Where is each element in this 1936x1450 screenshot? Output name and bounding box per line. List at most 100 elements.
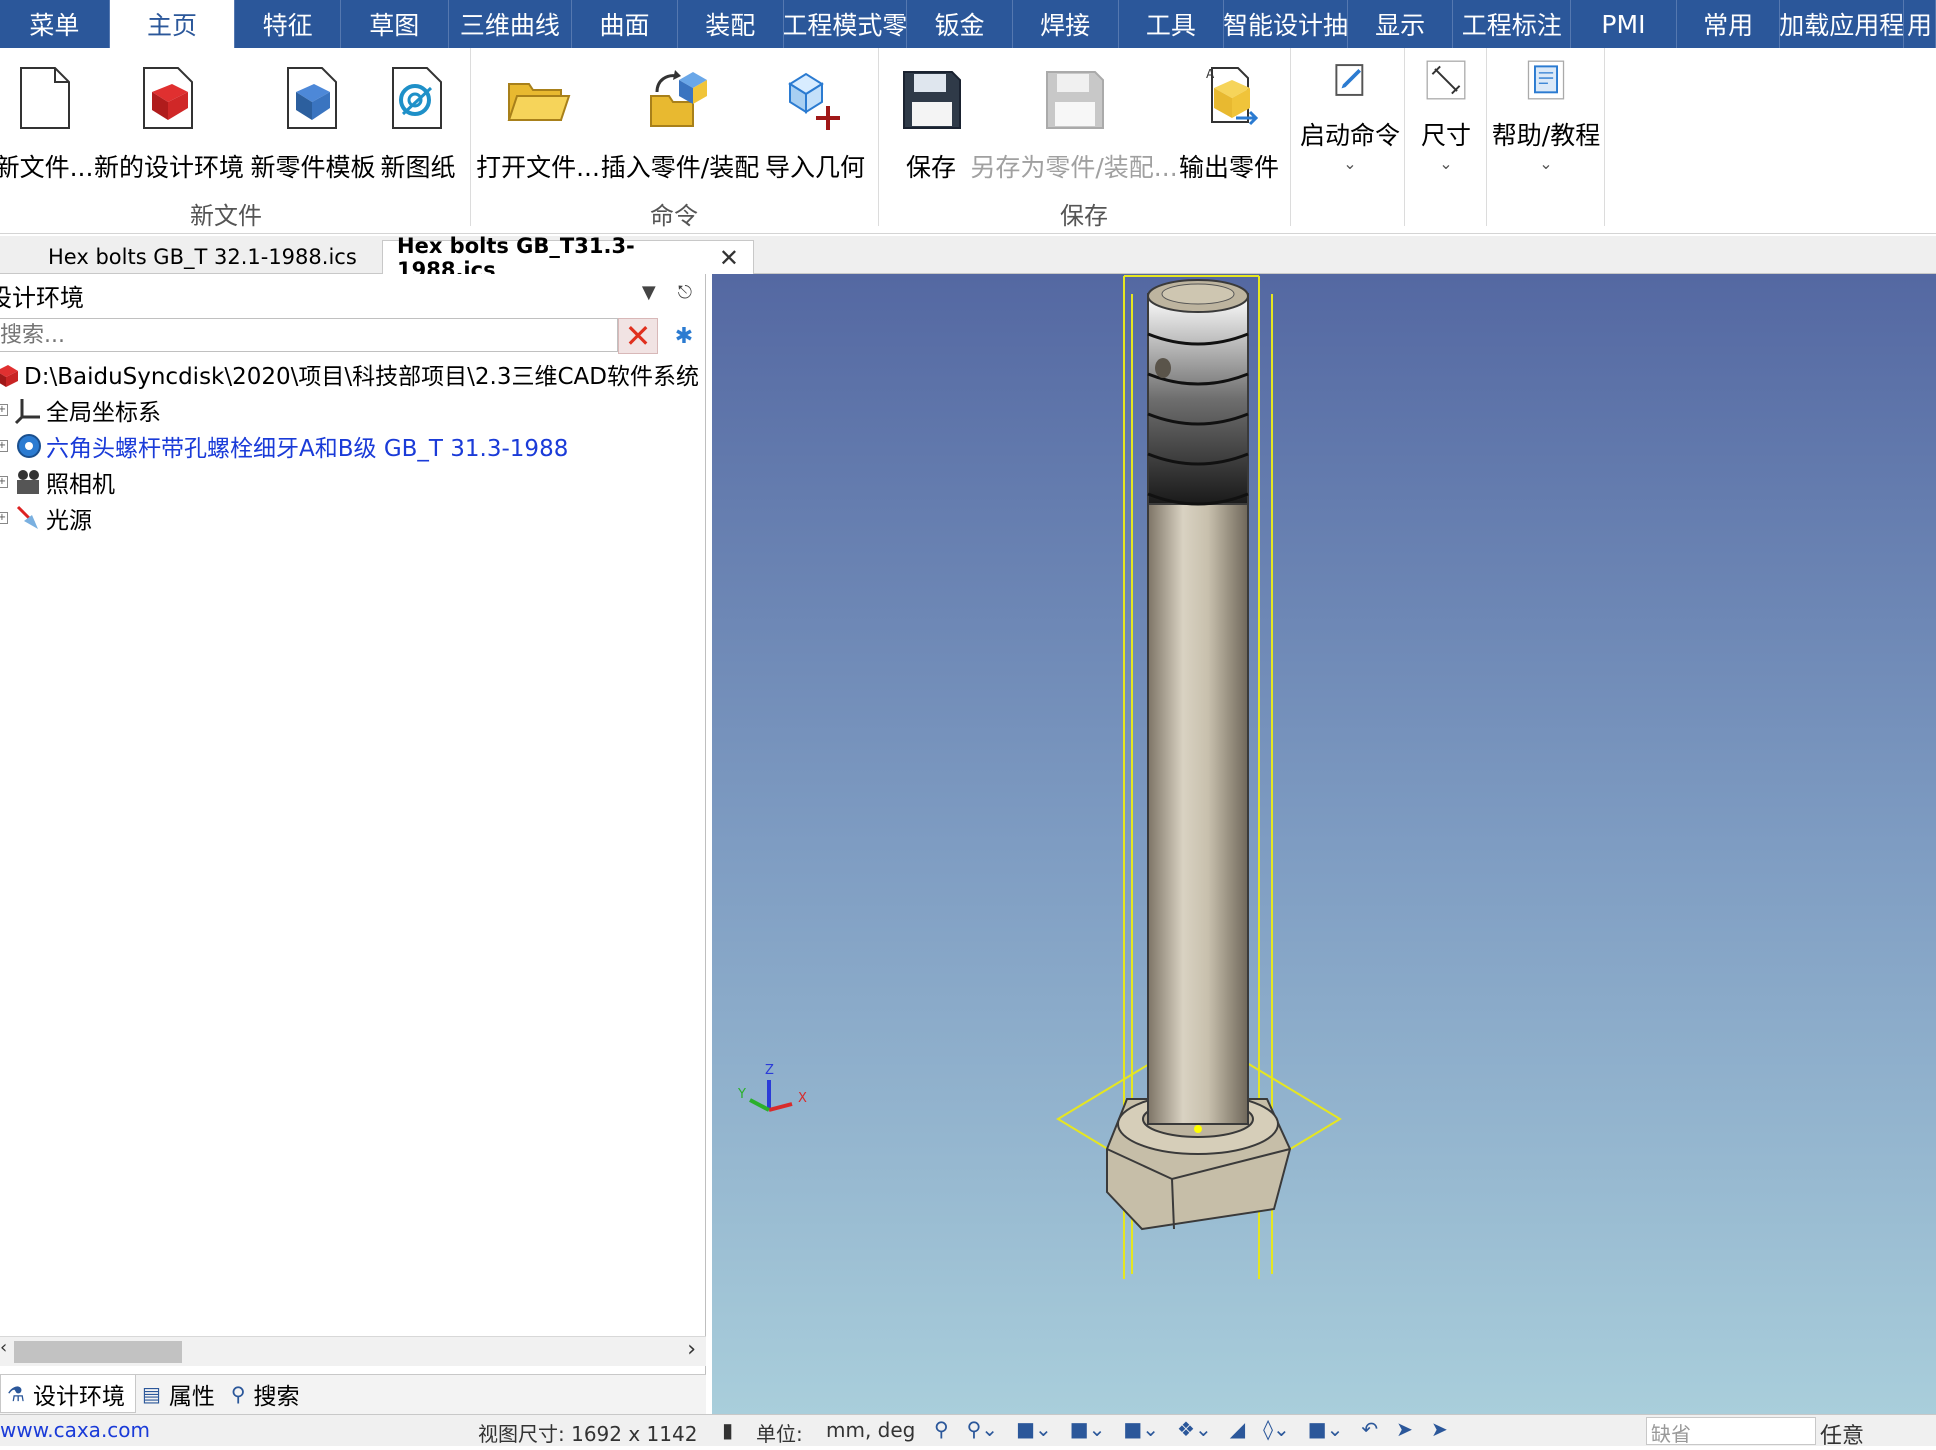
tree-item-light-source[interactable]: + 光源 bbox=[0, 500, 92, 536]
ribbon-separator bbox=[1604, 48, 1605, 226]
open-file-label: 打开文件... bbox=[476, 153, 600, 182]
svg-text:A: A bbox=[1206, 67, 1215, 81]
import-geometry-label: 导入几何 bbox=[764, 153, 865, 182]
undo-view-icon[interactable]: ↶ bbox=[1361, 1417, 1378, 1441]
help-tutorial-button[interactable]: 帮助/教程 ⌄ bbox=[1490, 48, 1602, 198]
document-tab-label: Hex bolts GB_T 32.1-1988.ics bbox=[48, 245, 357, 269]
new-design-env-label: 新的设计环境 bbox=[94, 153, 245, 182]
tree-item-camera[interactable]: + 照相机 bbox=[0, 464, 115, 500]
menu-tab-home[interactable]: 主页 bbox=[109, 0, 236, 48]
camera-view-icon[interactable]: ❖⌄ bbox=[1177, 1417, 1212, 1441]
menu-tab-assembly[interactable]: 装配 bbox=[678, 0, 784, 48]
scroll-left-icon[interactable]: ‹ bbox=[0, 1337, 7, 1358]
start-command-label: 启动命令 bbox=[1299, 121, 1400, 150]
new-file-label: 新文件... bbox=[0, 153, 94, 182]
3d-viewport[interactable]: Z X Y bbox=[712, 274, 1936, 1414]
export-part-label: 输出零件 bbox=[1178, 153, 1279, 182]
menu-tab-sketch[interactable]: 草图 bbox=[341, 0, 449, 48]
new-part-template-button[interactable]: 新零件模板 bbox=[250, 48, 376, 198]
new-design-env-button[interactable]: 新的设计环境 bbox=[94, 48, 244, 198]
export-part-button[interactable]: A 输出零件 bbox=[1178, 48, 1280, 198]
new-file-icon bbox=[20, 67, 70, 129]
glasses-icon[interactable]: ◊⌄ bbox=[1263, 1417, 1290, 1441]
menu-tab-sheet-metal[interactable]: 钣金 bbox=[907, 0, 1013, 48]
menu-tab-overflow[interactable]: 用 bbox=[1904, 0, 1936, 48]
save-as-part-button[interactable]: 另存为零件/装配... bbox=[970, 48, 1178, 198]
document-tab-active[interactable]: Hex bolts GB_T31.3-1988.ics ✕ bbox=[382, 234, 754, 282]
panel-tabs: ⚗ 设计环境 ▤ 属性 ⚲ 搜索 bbox=[0, 1374, 706, 1414]
section-view-icon[interactable]: ◢ bbox=[1230, 1417, 1245, 1441]
display-mode-icon[interactable]: ■⌄ bbox=[1123, 1417, 1159, 1441]
new-drawing-button[interactable]: 新图纸 bbox=[378, 48, 458, 198]
start-command-button[interactable]: 启动命令 ⌄ bbox=[1296, 48, 1404, 198]
dropdown-arrow-icon[interactable]: ▼ bbox=[642, 282, 656, 303]
view-size-readout: 视图尺寸: 1692 x 1142 bbox=[478, 1422, 698, 1446]
units-value[interactable]: mm, deg bbox=[826, 1418, 915, 1442]
menu-tab-welding[interactable]: 焊接 bbox=[1013, 0, 1119, 48]
menu-tab-tools[interactable]: 工具 bbox=[1119, 0, 1225, 48]
zoom-icon[interactable]: ⚲⌄ bbox=[967, 1417, 998, 1441]
group-label-new: 新文件 bbox=[190, 202, 262, 230]
edit-note-icon bbox=[1335, 64, 1364, 96]
search-input[interactable] bbox=[0, 318, 618, 352]
menu-bar: 菜单 主页 特征 草图 三维曲线 曲面 装配 工程模式零 钣金 焊接 工具 智能… bbox=[0, 0, 1936, 48]
clear-search-icon[interactable]: ✕ bbox=[618, 317, 658, 355]
dimension-button[interactable]: 尺寸 ⌄ bbox=[1408, 48, 1484, 198]
select-cursor-icon[interactable]: ➤ bbox=[1396, 1417, 1413, 1441]
expand-icon[interactable]: + bbox=[0, 404, 8, 416]
pin-icon[interactable]: ⎋ bbox=[678, 282, 692, 303]
ribbon-separator bbox=[1290, 48, 1291, 226]
view-orientation-icon[interactable]: ■⌄ bbox=[1016, 1417, 1052, 1441]
document-tabs: Hex bolts GB_T 32.1-1988.ics Hex bolts G… bbox=[0, 234, 1936, 282]
menu-tab-pmi[interactable]: PMI bbox=[1571, 0, 1677, 48]
menu-tab-surface[interactable]: 曲面 bbox=[572, 0, 678, 48]
horizontal-scrollbar[interactable]: ‹ › bbox=[0, 1336, 706, 1366]
save-as-icon bbox=[1046, 71, 1104, 129]
menu-tab-smart-design[interactable]: 智能设计抽 bbox=[1224, 0, 1348, 48]
design-env-icon bbox=[0, 365, 18, 387]
bolt-model[interactable]: Z X Y bbox=[712, 274, 1936, 1414]
expand-icon[interactable]: + bbox=[0, 512, 8, 524]
website-link[interactable]: www.caxa.com bbox=[0, 1418, 150, 1442]
new-drawing-label: 新图纸 bbox=[380, 153, 456, 182]
import-geometry-button[interactable]: 导入几何 bbox=[764, 48, 866, 198]
ruler-icon: ▮ bbox=[722, 1418, 734, 1442]
pick-cursor-icon[interactable]: ➤ bbox=[1431, 1417, 1448, 1441]
expand-icon[interactable]: + bbox=[0, 476, 8, 488]
box-view-icon[interactable]: ■⌄ bbox=[1308, 1417, 1344, 1441]
new-file-button[interactable]: 新文件... bbox=[0, 48, 93, 198]
part-gear-icon bbox=[17, 434, 41, 458]
insert-part-label: 插入零件/装配 bbox=[600, 153, 760, 182]
menu-tab-annotation[interactable]: 工程标注 bbox=[1453, 0, 1572, 48]
menu-tab-engineering-mode[interactable]: 工程模式零 bbox=[784, 0, 908, 48]
selection-filter-dropdown[interactable]: 缺省 bbox=[1646, 1417, 1816, 1446]
tree-item-root[interactable]: D:\BaiduSyncdisk\2020\项目\科技部项目\2.3三维CAD软… bbox=[0, 356, 699, 392]
zoom-fit-icon[interactable]: ⚲ bbox=[934, 1417, 949, 1441]
document-tab[interactable]: Hex bolts GB_T 32.1-1988.ics bbox=[34, 240, 371, 274]
menu-tab-menu[interactable]: 菜单 bbox=[0, 0, 110, 48]
tree-item-label: 全局坐标系 bbox=[46, 400, 161, 426]
save-button[interactable]: 保存 bbox=[888, 48, 974, 198]
render-mode-icon[interactable]: ■⌄ bbox=[1070, 1417, 1106, 1441]
tree-item-global-coordinate[interactable]: + 全局坐标系 bbox=[0, 392, 161, 428]
insert-part-button[interactable]: 插入零件/装配 bbox=[600, 48, 760, 198]
open-file-button[interactable]: 打开文件... bbox=[476, 48, 600, 198]
search-filter-icon[interactable]: ✱ bbox=[664, 318, 704, 354]
scroll-thumb[interactable] bbox=[14, 1341, 182, 1363]
any-selection-label[interactable]: 任意 bbox=[1820, 1418, 1864, 1450]
open-folder-icon bbox=[507, 83, 571, 121]
menu-tab-common[interactable]: 常用 bbox=[1677, 0, 1781, 48]
scroll-right-icon[interactable]: › bbox=[687, 1337, 696, 1362]
menu-tab-feature[interactable]: 特征 bbox=[235, 0, 341, 48]
tab-search[interactable]: ⚲ 搜索 bbox=[225, 1375, 310, 1413]
menu-tab-addins[interactable]: 加载应用程 bbox=[1780, 0, 1905, 48]
menu-tab-display[interactable]: 显示 bbox=[1348, 0, 1454, 48]
menu-tab-3d-curve[interactable]: 三维曲线 bbox=[449, 0, 573, 48]
tree-item-bolt-part[interactable]: + 六角头螺杆带孔螺栓细牙A和B级 GB_T 31.3-1988 bbox=[0, 428, 568, 464]
tab-design-environment[interactable]: ⚗ 设计环境 bbox=[0, 1375, 136, 1413]
expand-icon[interactable]: + bbox=[0, 440, 8, 452]
close-icon[interactable]: ✕ bbox=[719, 244, 739, 272]
tab-properties[interactable]: ▤ 属性 bbox=[136, 1375, 225, 1413]
tree-item-label: 六角头螺杆带孔螺栓细牙A和B级 GB_T 31.3-1988 bbox=[46, 436, 569, 462]
help-book-icon bbox=[1527, 60, 1565, 100]
